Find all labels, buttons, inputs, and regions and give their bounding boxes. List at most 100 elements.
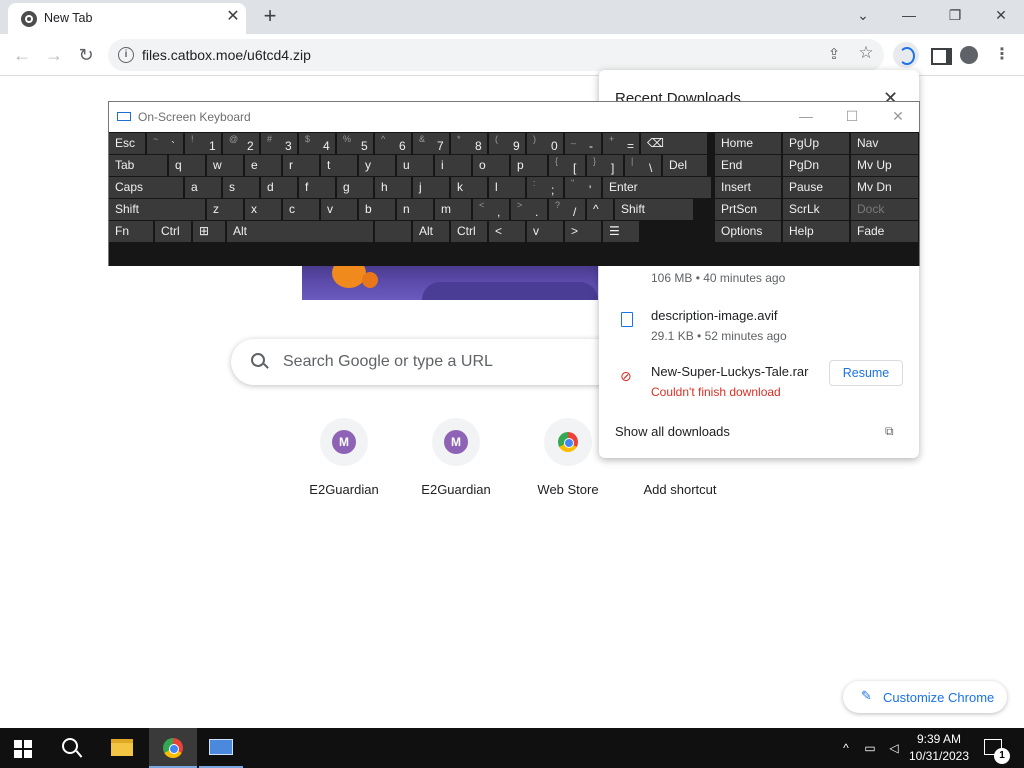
osk-maximize-button[interactable]: ☐: [837, 108, 867, 126]
osk-nav-key[interactable]: PgDn: [783, 155, 849, 176]
osk-key[interactable]: ⌫: [641, 133, 707, 154]
osk-key[interactable]: (9: [489, 133, 525, 154]
network-icon[interactable]: ▭: [860, 728, 880, 768]
osk-nav-key[interactable]: Mv Dn: [851, 177, 918, 198]
osk-nav-key[interactable]: Help: [783, 221, 849, 242]
osk-key[interactable]: ^: [587, 199, 613, 220]
ntp-search-box[interactable]: Search Google or type a URL: [231, 339, 631, 385]
new-tab-button[interactable]: +: [258, 4, 282, 28]
osk-key[interactable]: y: [359, 155, 395, 176]
reload-button[interactable]: ↻: [74, 43, 98, 67]
osk-key[interactable]: r: [283, 155, 319, 176]
osk-key[interactable]: " ': [565, 177, 601, 198]
osk-key[interactable]: f: [299, 177, 335, 198]
osk-key[interactable]: ☰: [603, 221, 639, 242]
osk-key[interactable]: | \: [625, 155, 661, 176]
osk-nav-key[interactable]: Mv Up: [851, 155, 918, 176]
file-explorer-icon[interactable]: [111, 739, 133, 756]
osk-key[interactable]: _ -: [565, 133, 601, 154]
osk-key[interactable]: a: [185, 177, 221, 198]
taskbar-clock[interactable]: 9:39 AM 10/31/2023: [906, 731, 972, 765]
osk-key[interactable]: v: [527, 221, 563, 242]
downloads-icon[interactable]: [893, 42, 919, 68]
osk-close-button[interactable]: ✕: [883, 108, 913, 126]
osk-key[interactable]: u: [397, 155, 433, 176]
address-bar[interactable]: i files.catbox.moe/u6tcd4.zip ⇪ ☆: [108, 39, 884, 71]
osk-nav-key[interactable]: Fade: [851, 221, 918, 242]
osk-nav-key[interactable]: Insert: [715, 177, 781, 198]
osk-key[interactable]: [375, 221, 411, 242]
close-window-button[interactable]: ✕: [986, 4, 1016, 26]
osk-key[interactable]: n: [397, 199, 433, 220]
osk-key[interactable]: Esc: [109, 133, 145, 154]
taskbar-search-icon[interactable]: [62, 738, 78, 754]
osk-key[interactable]: <,: [473, 199, 509, 220]
osk-key[interactable]: & 7: [413, 133, 449, 154]
customize-chrome-button[interactable]: ✎ Customize Chrome: [843, 681, 1007, 713]
osk-nav-key[interactable]: End: [715, 155, 781, 176]
osk-key[interactable]: x: [245, 199, 281, 220]
osk-key[interactable]: ? /: [549, 199, 585, 220]
windows-start-icon[interactable]: [14, 740, 32, 758]
osk-key[interactable]: t: [321, 155, 357, 176]
osk-key[interactable]: Ctrl: [451, 221, 487, 242]
osk-key[interactable]: #3: [261, 133, 297, 154]
osk-key[interactable]: w: [207, 155, 243, 176]
osk-key[interactable]: i: [435, 155, 471, 176]
download-item[interactable]: description-image.avif 29.1 KB • 52 minu…: [599, 308, 919, 356]
site-info-icon[interactable]: i: [118, 47, 134, 63]
osk-key[interactable]: $4: [299, 133, 335, 154]
osk-key[interactable]: {[: [549, 155, 585, 176]
osk-key[interactable]: + =: [603, 133, 639, 154]
osk-key[interactable]: k: [451, 177, 487, 198]
share-icon[interactable]: ⇪: [824, 45, 844, 65]
osk-key[interactable]: Enter: [603, 177, 711, 198]
osk-minimize-button[interactable]: —: [791, 108, 821, 126]
shortcut-e2guardian-2[interactable]: M E2Guardian: [400, 418, 512, 508]
osk-key[interactable]: Del: [663, 155, 707, 176]
osk-nav-key[interactable]: ScrLk: [783, 199, 849, 220]
osk-key[interactable]: Ctrl: [155, 221, 191, 242]
osk-key[interactable]: ~ `: [147, 133, 183, 154]
osk-nav-key[interactable]: Options: [715, 221, 781, 242]
osk-nav-key[interactable]: PrtScn: [715, 199, 781, 220]
osk-key[interactable]: :;: [527, 177, 563, 198]
osk-key[interactable]: ! 1: [185, 133, 221, 154]
back-button[interactable]: ←: [10, 43, 34, 67]
osk-key[interactable]: c: [283, 199, 319, 220]
osk-key[interactable]: g: [337, 177, 373, 198]
osk-titlebar[interactable]: On-Screen Keyboard — ☐ ✕: [109, 102, 919, 132]
osk-key[interactable]: ) 0: [527, 133, 563, 154]
shortcut-e2guardian-1[interactable]: M E2Guardian: [288, 418, 400, 508]
tab-search-icon[interactable]: ⌄: [848, 4, 878, 26]
tab-new-tab[interactable]: New Tab ✕: [8, 3, 246, 34]
osk-key[interactable]: }]: [587, 155, 623, 176]
osk-key[interactable]: ⊞: [193, 221, 225, 242]
bookmark-star-icon[interactable]: ☆: [856, 43, 876, 63]
osk-key[interactable]: e: [245, 155, 281, 176]
osk-key[interactable]: h: [375, 177, 411, 198]
osk-key[interactable]: Tab: [109, 155, 167, 176]
osk-key[interactable]: q: [169, 155, 205, 176]
osk-key[interactable]: l: [489, 177, 525, 198]
address-url[interactable]: files.catbox.moe/u6tcd4.zip: [142, 47, 311, 63]
osk-key[interactable]: % 5: [337, 133, 373, 154]
osk-key[interactable]: Shift: [109, 199, 205, 220]
osk-key[interactable]: z: [207, 199, 243, 220]
osk-key[interactable]: j: [413, 177, 449, 198]
osk-key[interactable]: Caps: [109, 177, 183, 198]
osk-key[interactable]: Alt: [227, 221, 373, 242]
osk-key[interactable]: b: [359, 199, 395, 220]
taskbar-osk[interactable]: [199, 728, 243, 768]
osk-key[interactable]: >: [565, 221, 601, 242]
download-item[interactable]: ⊘ New-Super-Luckys-Tale.rar Couldn't fin…: [599, 360, 919, 412]
osk-key[interactable]: <: [489, 221, 525, 242]
osk-key[interactable]: ^ 6: [375, 133, 411, 154]
osk-nav-key[interactable]: Dock: [851, 199, 918, 220]
taskbar-chrome[interactable]: [149, 728, 197, 768]
osk-key[interactable]: >.: [511, 199, 547, 220]
osk-key[interactable]: s: [223, 177, 259, 198]
tab-close-icon[interactable]: ✕: [224, 8, 242, 26]
osk-key[interactable]: m: [435, 199, 471, 220]
tray-chevron-icon[interactable]: ^: [838, 728, 854, 768]
